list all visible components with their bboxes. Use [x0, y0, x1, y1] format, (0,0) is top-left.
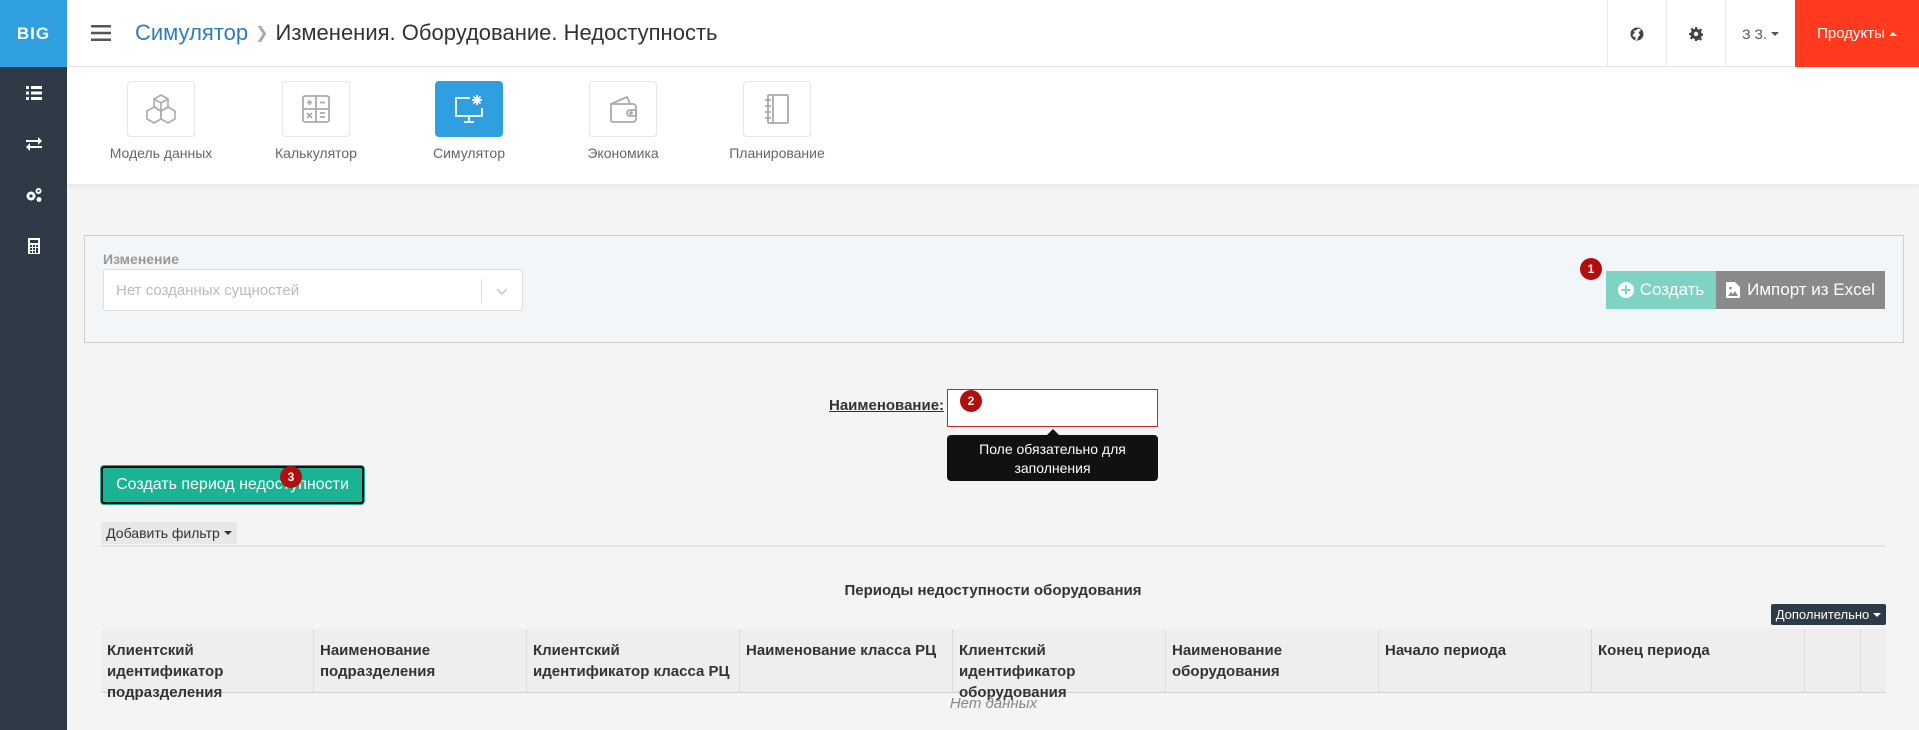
gear-icon	[1689, 26, 1703, 41]
app-logo[interactable]: BIG	[0, 0, 67, 67]
file-image-icon	[1726, 282, 1741, 298]
caret-down-icon	[223, 531, 232, 535]
calculator-icon	[27, 237, 40, 254]
module-label: Калькулятор	[275, 145, 357, 161]
breadcrumb-simulator-link[interactable]: Симулятор	[135, 20, 248, 46]
step-badge-2: 2	[960, 390, 982, 412]
chevron-right-icon: ❯	[255, 25, 269, 42]
caret-up-icon	[1888, 31, 1897, 36]
create-button-label: Создать	[1639, 280, 1705, 299]
table-title: Периоды недоступности оборудования	[844, 582, 1142, 599]
calculator-icon	[302, 95, 330, 123]
create-period-button[interactable]: Создать период недоступности	[101, 466, 364, 504]
wallet-icon	[610, 95, 637, 123]
change-filter-panel: Изменение Нет созданных сущностей Создат…	[84, 235, 1904, 343]
module-label: Экономика	[587, 145, 659, 161]
user-name: З З.	[1742, 25, 1767, 42]
hamburger-icon	[90, 25, 111, 41]
module-icon-box	[435, 81, 503, 137]
module-calculator[interactable]: Калькулятор	[251, 81, 381, 161]
table-empty-message: Нет данных	[949, 695, 1038, 712]
products-menu-button[interactable]: Продукты	[1795, 0, 1919, 67]
monitor-icon	[455, 95, 483, 123]
step-badge-3: 3	[280, 466, 302, 488]
module-icon-box	[743, 81, 811, 137]
select-divider	[481, 279, 482, 303]
module-label: Модель данных	[109, 145, 213, 161]
module-label: Симулятор	[433, 145, 505, 161]
column-header-extra	[1861, 629, 1884, 692]
more-options-label: Дополнительно	[1775, 607, 1870, 622]
more-options-button[interactable]: Дополнительно	[1771, 604, 1886, 625]
column-header[interactable]: Конец периода	[1592, 629, 1805, 692]
module-label: Планирование	[729, 145, 825, 161]
column-header[interactable]: Клиентский идентификатор класса РЦ	[527, 629, 740, 692]
name-field-label: Наименование:	[829, 397, 945, 414]
chevron-down-icon	[494, 283, 510, 304]
tooltip-line-2: заполнения	[1014, 460, 1091, 476]
import-excel-button[interactable]: Импорт из Excel	[1716, 271, 1885, 309]
change-select-placeholder: Нет созданных сущностей	[116, 282, 300, 299]
cubes-icon	[146, 94, 176, 124]
add-filter-button[interactable]: Добавить фильтр	[101, 522, 237, 544]
notebook-icon	[765, 94, 789, 124]
module-bar: Модель данных Калькулятор Симулятор Экон…	[67, 67, 1919, 184]
menu-toggle-button[interactable]	[67, 0, 134, 67]
module-data-model[interactable]: Модель данных	[96, 81, 226, 161]
sidebar-item-settings[interactable]	[0, 169, 67, 220]
column-header-actions	[1805, 629, 1861, 692]
create-button[interactable]: Создать	[1606, 271, 1716, 309]
header-actions: З З. Продукты	[1607, 0, 1919, 67]
module-planning[interactable]: Планирование	[712, 81, 842, 161]
step-badge-1: 1	[1580, 258, 1602, 280]
column-header[interactable]: Наименование подразделения	[314, 629, 527, 692]
column-header[interactable]: Наименование класса РЦ	[740, 629, 953, 692]
caret-down-icon	[1770, 31, 1779, 36]
exchange-icon	[25, 136, 42, 151]
globe-icon	[1630, 27, 1644, 40]
module-simulator[interactable]: Симулятор	[404, 81, 534, 161]
page-title: Изменения. Оборудование. Недоступность	[275, 20, 718, 45]
column-header[interactable]: Начало периода	[1379, 629, 1592, 692]
sidebar-item-list[interactable]	[0, 67, 67, 118]
top-header: Симулятор ❯ Изменения. Оборудование. Нед…	[67, 0, 1919, 67]
settings-button[interactable]	[1666, 0, 1725, 67]
plus-circle-icon	[1617, 282, 1634, 298]
column-header[interactable]: Наименование оборудования	[1166, 629, 1379, 692]
column-header[interactable]: Клиентский идентификатор оборудования	[953, 629, 1166, 701]
sidebar: BIG	[0, 0, 67, 730]
add-filter-label: Добавить фильтр	[106, 525, 220, 541]
user-menu-button[interactable]: З З.	[1725, 0, 1795, 67]
change-label: Изменение	[103, 251, 179, 267]
module-icon-box	[282, 81, 350, 137]
module-icon-box	[589, 81, 657, 137]
list-icon	[25, 85, 42, 100]
language-button[interactable]	[1607, 0, 1666, 67]
required-field-tooltip: Поле обязательно для заполнения	[947, 435, 1158, 481]
tooltip-line-1: Поле обязательно для	[979, 441, 1126, 457]
column-header[interactable]: Клиентский идентификатор подразделения	[101, 629, 314, 701]
sidebar-item-exchange[interactable]	[0, 118, 67, 169]
products-label: Продукты	[1817, 25, 1885, 42]
import-button-label: Импорт из Excel	[1747, 280, 1875, 299]
change-select[interactable]: Нет созданных сущностей	[103, 269, 523, 311]
divider	[101, 545, 1886, 547]
sidebar-item-calculator[interactable]	[0, 220, 67, 271]
module-economics[interactable]: Экономика	[558, 81, 688, 161]
module-icon-box	[127, 81, 195, 137]
table-header-row: Клиентский идентификатор подразделения Н…	[101, 629, 1886, 701]
caret-down-icon	[1873, 612, 1882, 617]
cogs-icon	[26, 187, 41, 202]
